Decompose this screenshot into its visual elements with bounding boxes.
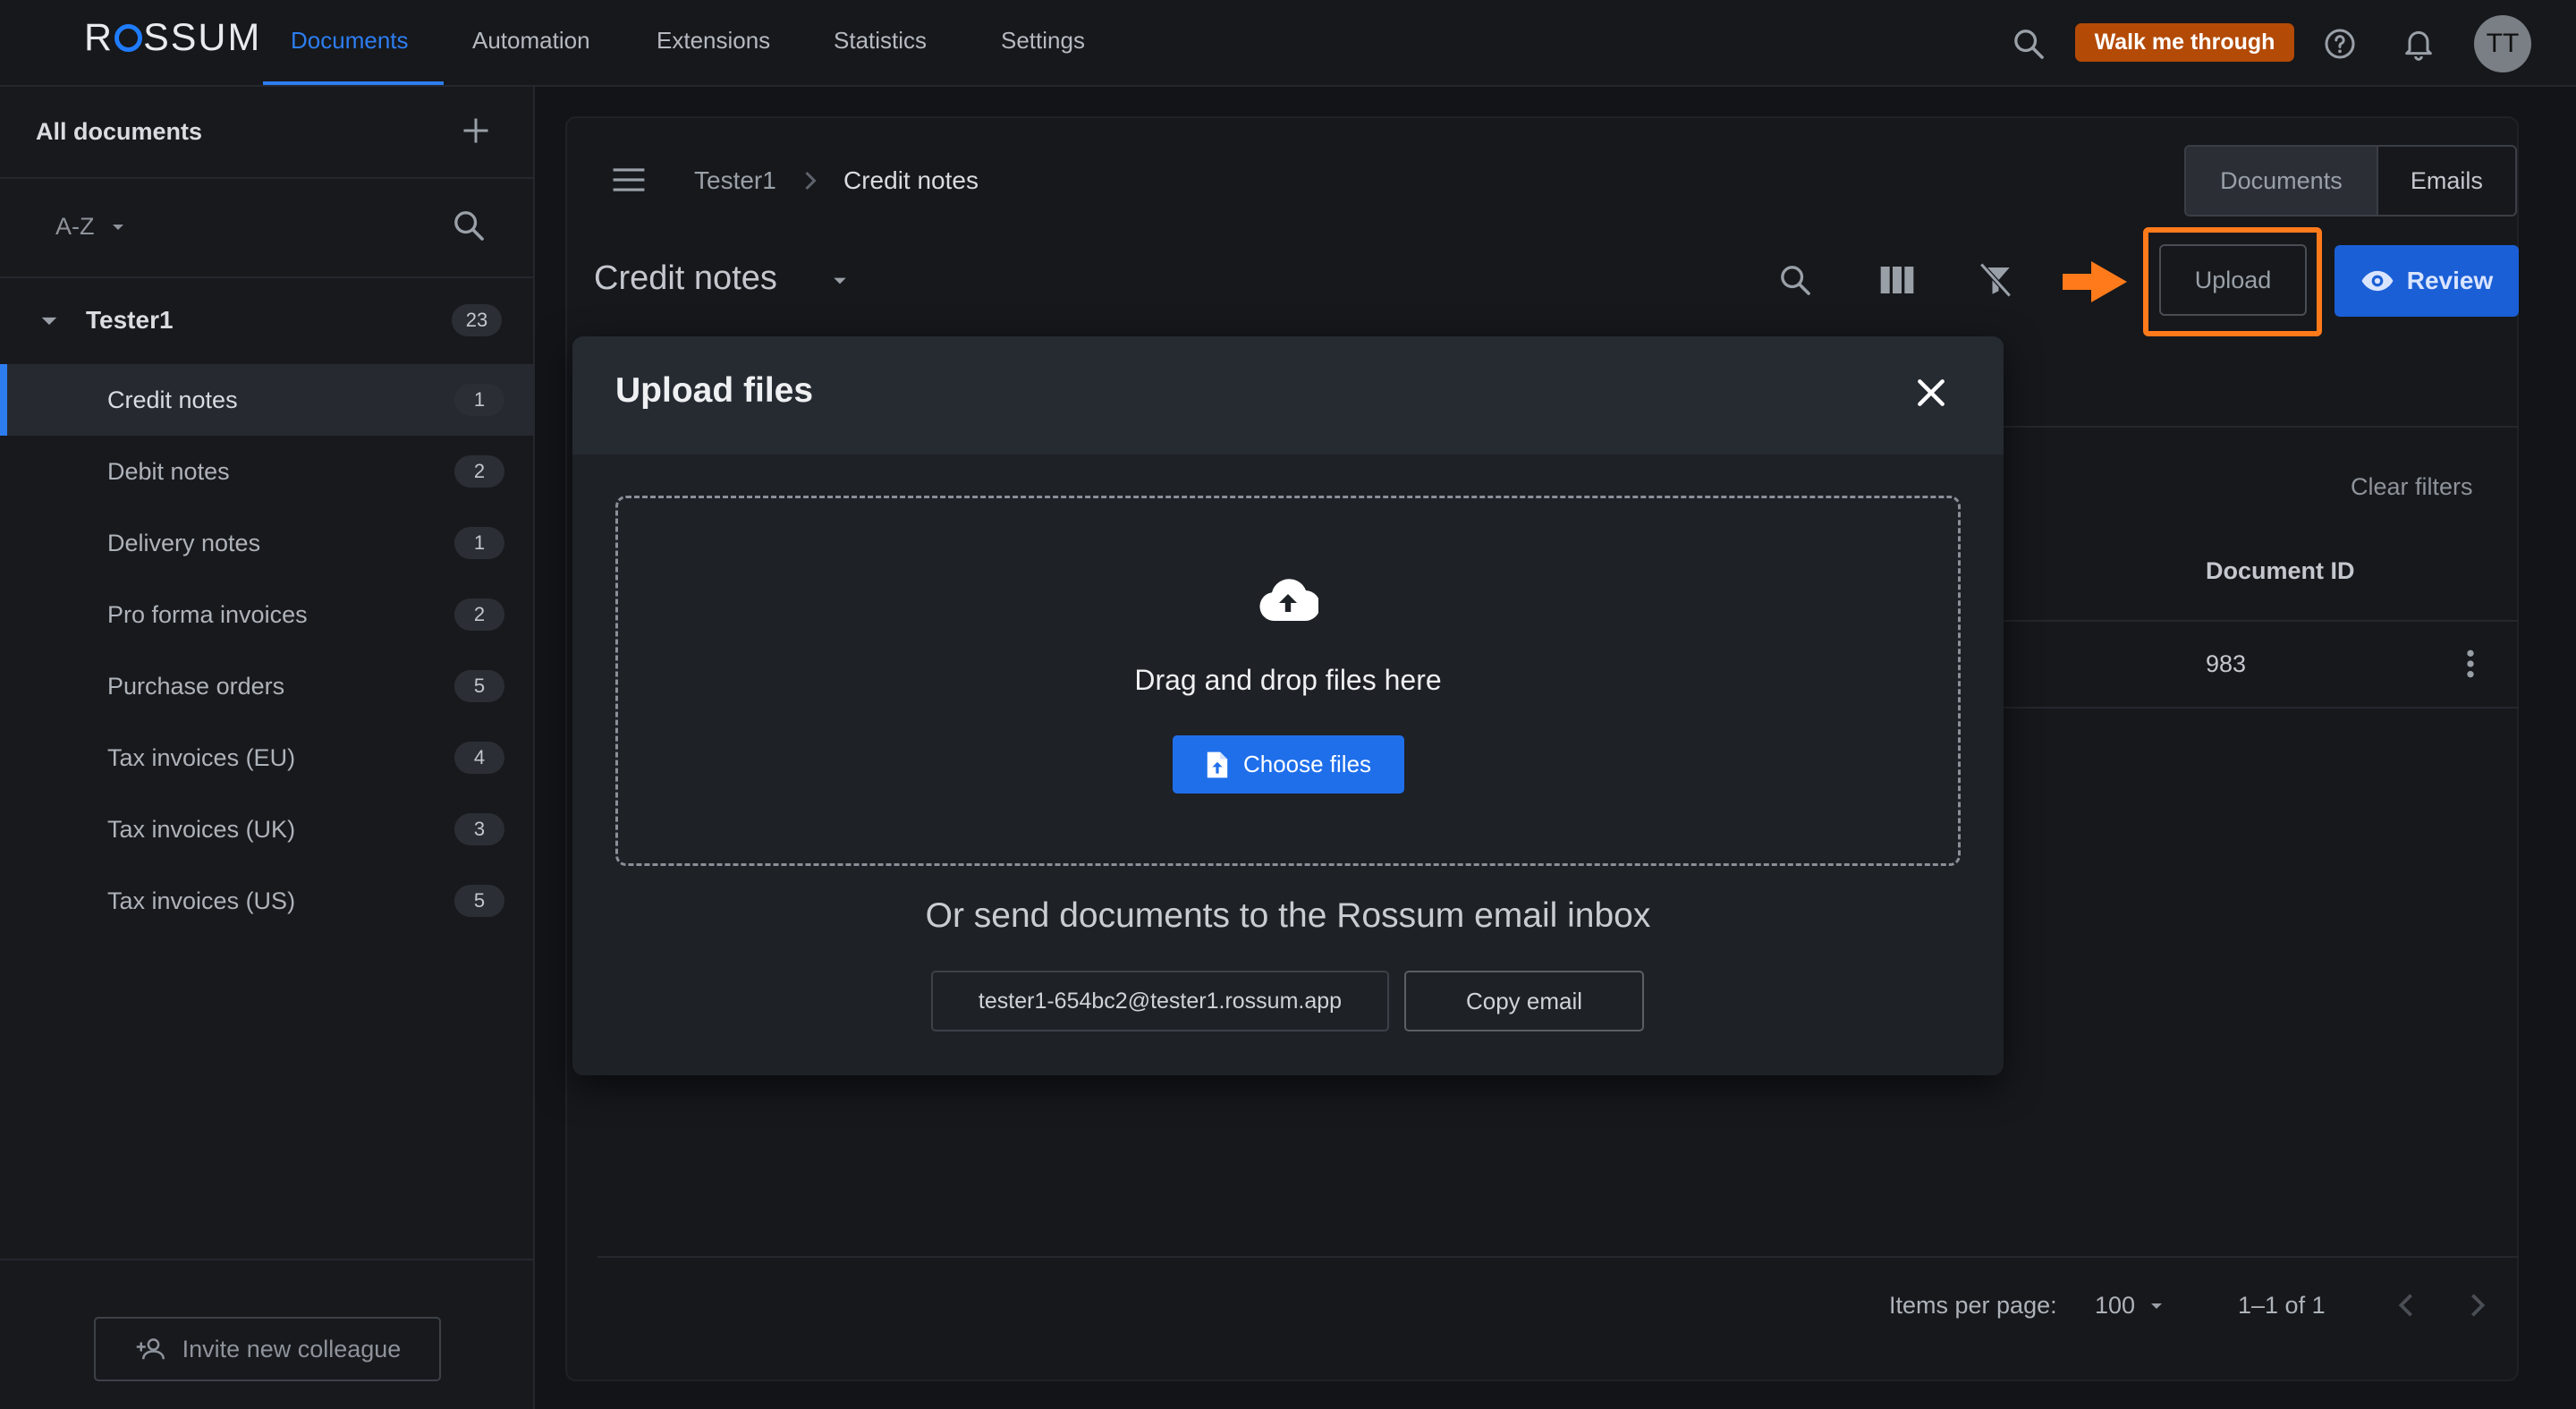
nav-documents[interactable]: Documents: [291, 27, 409, 55]
sidebar-item-tax-invoices-eu[interactable]: Tax invoices (EU) 4: [7, 722, 535, 794]
sort-label: A-Z: [55, 213, 95, 240]
queue-count-badge: 2: [454, 598, 504, 631]
more-vertical-icon[interactable]: [2466, 649, 2475, 679]
sidebar-title: All documents: [36, 118, 203, 145]
choose-files-label: Choose files: [1242, 751, 1372, 777]
caret-down-icon: [2149, 1302, 2164, 1311]
choose-files-button[interactable]: Choose files: [1173, 735, 1404, 794]
caret-down-icon[interactable]: [39, 315, 59, 327]
sidebar-item-credit-notes[interactable]: Credit notes 1: [7, 364, 535, 436]
bell-icon[interactable]: [2401, 24, 2436, 62]
tab-documents[interactable]: Documents: [2186, 147, 2378, 215]
queue-label: Debit notes: [107, 457, 230, 485]
chevron-right-icon: [803, 170, 818, 191]
queue-label: Pro forma invoices: [107, 600, 308, 628]
queue-label: Delivery notes: [107, 529, 261, 556]
queue-count-badge: 5: [454, 885, 504, 917]
queue-count-badge: 5: [454, 670, 504, 702]
caret-down-icon: [111, 223, 125, 232]
caret-down-icon[interactable]: [832, 276, 848, 286]
help-icon[interactable]: [2322, 26, 2358, 62]
email-inbox-heading: Or send documents to the Rossum email in…: [925, 896, 1651, 935]
nav-settings[interactable]: Settings: [1001, 27, 1085, 55]
rossum-logo[interactable]: R SSUM: [84, 16, 261, 60]
queue-count-badge: 1: [454, 384, 504, 416]
inbox-email-field[interactable]: tester1-654bc2@tester1.rossum.app: [931, 971, 1389, 1031]
queue-label: Tax invoices (US): [107, 887, 296, 914]
view-toggle: Documents Emails: [2184, 145, 2517, 216]
active-queue-indicator: [0, 364, 7, 436]
sidebar-item-tax-invoices-us[interactable]: Tax invoices (US) 5: [7, 865, 535, 937]
queue-count-badge: 3: [454, 813, 504, 845]
review-label: Review: [2406, 267, 2494, 294]
group-name[interactable]: Tester1: [86, 306, 174, 335]
column-header-document-id[interactable]: Document ID: [2206, 557, 2355, 585]
search-icon[interactable]: [2011, 26, 2046, 62]
nav-automation[interactable]: Automation: [472, 27, 590, 55]
nav-active-indicator: [263, 81, 444, 85]
queue-count-badge: 2: [454, 455, 504, 488]
nav-statistics[interactable]: Statistics: [834, 27, 927, 55]
queue-label: Tax invoices (EU): [107, 743, 296, 771]
items-per-page-value: 100: [2095, 1292, 2136, 1319]
pagination-range: 1–1 of 1: [2238, 1292, 2326, 1319]
table-divider: [2004, 426, 2519, 428]
avatar[interactable]: TT: [2474, 15, 2531, 72]
items-per-page-label: Items per page:: [1889, 1292, 2057, 1319]
queue-title[interactable]: Credit notes: [594, 259, 777, 298]
drop-instructions: Drag and drop files here: [1134, 664, 1442, 696]
breadcrumb-current: Credit notes: [843, 166, 979, 194]
queue-count-badge: 1: [454, 527, 504, 559]
pagination-divider: [597, 1256, 2519, 1258]
sidebar-item-tax-invoices-uk[interactable]: Tax invoices (UK) 3: [7, 794, 535, 865]
sidebar-divider: [0, 177, 535, 179]
columns-icon[interactable]: [1879, 265, 1915, 295]
sidebar-item-delivery-notes[interactable]: Delivery notes 1: [7, 507, 535, 579]
document-id-cell: 983: [2206, 650, 2247, 677]
invite-label: Invite new colleague: [182, 1335, 402, 1362]
add-user-icon: [134, 1336, 168, 1362]
sort-dropdown[interactable]: A-Z: [55, 213, 125, 241]
close-icon[interactable]: [1914, 376, 1948, 410]
arrow-right-icon: [2063, 261, 2127, 302]
breadcrumb-tester1[interactable]: Tester1: [694, 166, 776, 195]
chevron-right-icon[interactable]: [2469, 1292, 2487, 1319]
cloud-upload-icon: [1258, 578, 1318, 623]
upload-highlight-box: [2143, 227, 2322, 336]
eye-icon: [2360, 269, 2394, 293]
file-upload-icon: [1206, 751, 1229, 779]
sidebar-item-debit-notes[interactable]: Debit notes 2: [7, 436, 535, 507]
copy-email-button[interactable]: Copy email: [1404, 971, 1644, 1031]
add-queue-icon[interactable]: [460, 115, 492, 147]
nav-extensions[interactable]: Extensions: [657, 27, 770, 55]
queue-label: Credit notes: [107, 386, 238, 413]
clear-filter-icon[interactable]: [1977, 261, 2014, 299]
items-per-page-select[interactable]: 100: [2095, 1292, 2164, 1320]
table-row[interactable]: 983: [2004, 622, 2519, 707]
sidebar-item-pro-forma-invoices[interactable]: Pro forma invoices 2: [7, 579, 535, 650]
invite-colleague-button[interactable]: Invite new colleague: [94, 1317, 441, 1381]
sidebar-divider: [0, 276, 535, 278]
tab-emails[interactable]: Emails: [2378, 147, 2515, 215]
menu-icon[interactable]: [612, 166, 646, 193]
sidebar-search-icon[interactable]: [451, 208, 487, 243]
sidebar-divider: [0, 1259, 535, 1260]
group-count-badge: 23: [452, 304, 502, 336]
upload-files-modal: Upload files Drag and drop files here Ch…: [572, 336, 2004, 1075]
chevron-left-icon[interactable]: [2397, 1292, 2415, 1319]
sidebar-item-purchase-orders[interactable]: Purchase orders 5: [7, 650, 535, 722]
queue-label: Tax invoices (UK): [107, 815, 296, 843]
queue-label: Purchase orders: [107, 672, 285, 700]
review-button[interactable]: Review: [2334, 245, 2519, 317]
walk-me-through-button[interactable]: Walk me through: [2075, 23, 2294, 62]
modal-title: Upload files: [615, 371, 814, 410]
queue-count-badge: 4: [454, 742, 504, 774]
clear-filters-link[interactable]: Clear filters: [2351, 473, 2473, 501]
table-divider: [2004, 707, 2519, 709]
search-icon[interactable]: [1777, 262, 1813, 298]
